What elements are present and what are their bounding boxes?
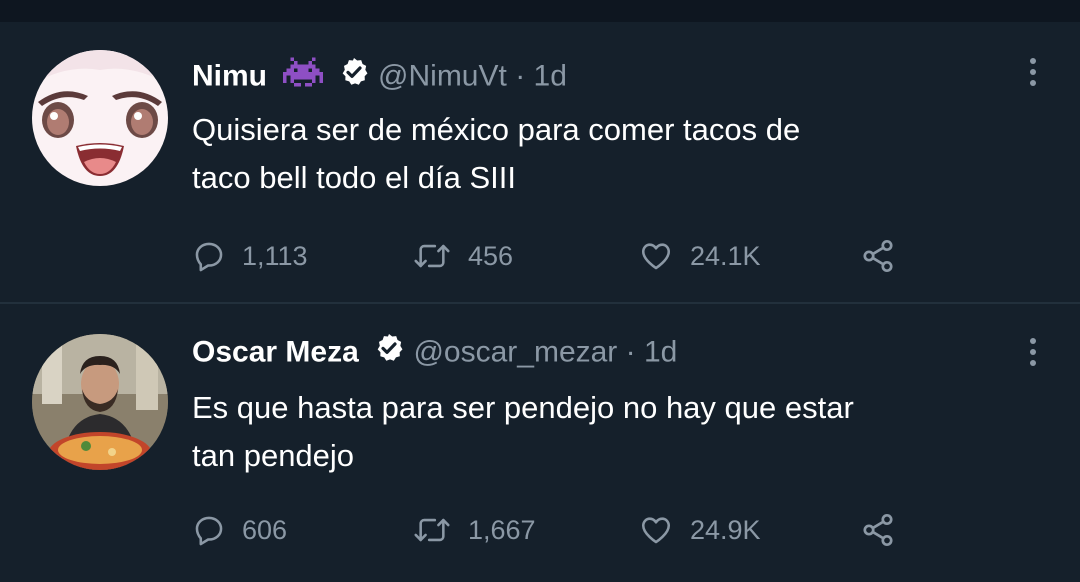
heart-icon	[641, 517, 671, 544]
timestamp[interactable]: 1d	[534, 59, 567, 92]
reply-button[interactable]: 606	[192, 510, 287, 550]
action-bar: 1,113 456 24.1K	[192, 236, 1052, 276]
anime-face-avatar-icon	[32, 50, 168, 176]
reply-button[interactable]: 1,113	[192, 236, 308, 276]
tweet-header: Oscar Meza @oscar_mezar · 1d	[192, 332, 677, 372]
retweet-button[interactable]: 1,667	[412, 510, 536, 550]
avatar[interactable]	[32, 50, 168, 186]
retweet-icon	[414, 518, 450, 542]
retweet-icon	[414, 244, 450, 268]
avatar[interactable]	[32, 334, 168, 470]
reply-count: 606	[242, 514, 288, 545]
reply-count: 1,113	[242, 240, 308, 271]
separator-dot: ·	[515, 59, 526, 93]
tweet-card[interactable]: Oscar Meza @oscar_mezar · 1d Es que hast…	[0, 304, 1080, 582]
action-bar: 606 1,667 24.9K	[192, 510, 1052, 550]
timestamp[interactable]: 1d	[644, 335, 677, 368]
top-edge-bar	[0, 0, 1080, 22]
more-options-icon[interactable]	[1024, 54, 1042, 90]
retweet-button[interactable]: 456	[412, 236, 513, 276]
tweet-text-line: Quisiera ser de méxico para comer tacos …	[192, 112, 801, 147]
separator-dot: ·	[625, 335, 636, 369]
reply-icon	[195, 516, 223, 546]
share-icon	[863, 513, 893, 547]
retweet-count: 1,667	[468, 514, 536, 545]
share-button[interactable]	[860, 510, 912, 550]
tweet-text-line: Es que hasta para ser pendejo no hay que…	[192, 390, 854, 425]
like-count: 24.1K	[690, 240, 761, 271]
like-button[interactable]: 24.9K	[638, 510, 761, 550]
tweet-text: Es que hasta para ser pendejo no hay que…	[192, 384, 1052, 480]
tweet-card[interactable]: Nimu @NimuVt · 1d Quisiera ser de méxico…	[0, 22, 1080, 304]
verified-badge-icon	[373, 332, 405, 375]
verified-badge-icon	[338, 56, 370, 99]
display-name[interactable]: Oscar Meza	[192, 335, 359, 368]
tweet-text-line: tan pendejo	[192, 438, 355, 473]
more-options-icon[interactable]	[1024, 334, 1042, 370]
retweet-count: 456	[468, 240, 514, 271]
like-button[interactable]: 24.1K	[638, 236, 761, 276]
space-invader-icon	[283, 54, 324, 101]
tweet-text: Quisiera ser de méxico para comer tacos …	[192, 106, 1052, 202]
share-icon	[863, 239, 893, 273]
handle[interactable]: @NimuVt	[378, 59, 507, 92]
share-button[interactable]	[860, 236, 912, 276]
heart-icon	[641, 243, 671, 270]
handle[interactable]: @oscar_mezar	[413, 335, 617, 368]
person-photo-avatar-icon	[32, 334, 168, 470]
tweet-text-line: taco bell todo el día SIII	[192, 160, 516, 195]
tweet-header: Nimu @NimuVt · 1d	[192, 54, 567, 94]
display-name[interactable]: Nimu	[192, 59, 267, 92]
like-count: 24.9K	[690, 514, 761, 545]
reply-icon	[195, 242, 223, 272]
